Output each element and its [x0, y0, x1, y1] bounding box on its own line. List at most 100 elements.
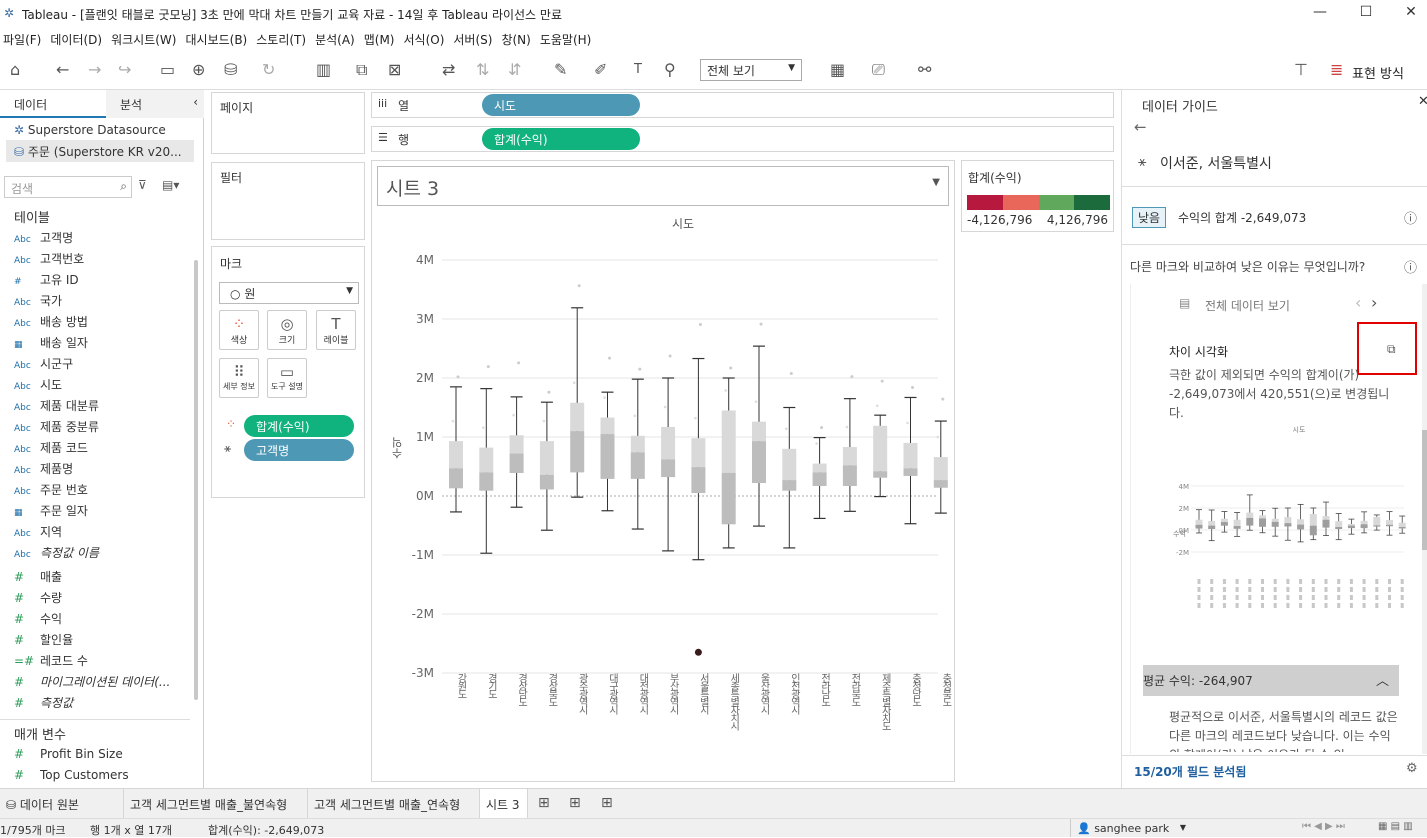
next-icon[interactable]: › [1371, 293, 1377, 312]
rows-pill[interactable]: 합계(수익) [482, 128, 640, 150]
field-item[interactable]: Abc 지역 [14, 523, 62, 543]
legend-ramp[interactable] [967, 195, 1110, 210]
detail-button[interactable]: ⠿ 세부 정보 [219, 358, 259, 398]
field-item[interactable]: ▦ 주문 일자 [14, 502, 88, 522]
labels-icon[interactable]: T [634, 62, 642, 77]
filter-icon[interactable]: ⊽ [138, 178, 147, 192]
undo-icon[interactable]: ← [56, 60, 69, 79]
field-item[interactable]: # 측정값 [14, 694, 73, 714]
share-icon[interactable]: ⚯ [918, 60, 931, 79]
size-button[interactable]: ◎ 크기 [267, 310, 307, 350]
field-item[interactable]: # 수량 [14, 589, 62, 609]
mark-pill-customer[interactable]: 고객명 [244, 439, 354, 461]
color-button[interactable]: ⁘ 색상 [219, 310, 259, 350]
settings-icon[interactable]: ⚙ [1406, 761, 1418, 776]
show-me-icon[interactable]: ≣ [1330, 60, 1343, 79]
new-worksheet-icon[interactable]: ⊞ [538, 795, 550, 811]
collapse-icon[interactable]: ‹ [193, 95, 198, 109]
columns-shelf[interactable]: iii 열 시도 [371, 92, 1114, 118]
maximize-icon[interactable]: ☐ [1351, 4, 1381, 24]
rows-shelf[interactable]: ☰ 행 합계(수익) [371, 126, 1114, 152]
menu-file[interactable]: 파일(F) [0, 28, 47, 48]
grid-icon[interactable]: ▦ ▤ ▥ [1378, 821, 1413, 832]
field-item[interactable]: Abc 배송 방법 [14, 313, 88, 333]
clear-sheet-icon[interactable]: ⊠ [388, 60, 401, 79]
field-item[interactable]: ▦ 배송 일자 [14, 334, 88, 354]
pages-shelf[interactable]: 페이지 [211, 92, 365, 154]
columns-pill[interactable]: 시도 [482, 94, 640, 116]
field-item[interactable]: Abc 제품명 [14, 460, 73, 480]
view-all-data-link[interactable]: 전체 데이터 보기 [1205, 297, 1290, 314]
duplicate-icon[interactable]: ⧉ [356, 60, 367, 80]
field-item[interactable]: # 매출 [14, 568, 62, 588]
menu-help[interactable]: 도움말(H) [537, 28, 598, 48]
datasource-icon[interactable]: ⛁ [224, 60, 237, 79]
open-external-icon[interactable]: ⧉ [1387, 342, 1396, 357]
sort-desc-icon[interactable]: ⇵ [508, 60, 521, 79]
field-item[interactable]: # 고유 ID [14, 271, 79, 291]
back-arrow-icon[interactable]: ← [1134, 118, 1147, 136]
field-item[interactable]: Abc 고객명 [14, 229, 73, 249]
nav-first-icon[interactable]: ⏮ ◀ ▶ ⏭ [1302, 821, 1345, 832]
menu-analysis[interactable]: 분석(A) [312, 28, 361, 48]
field-item[interactable]: Abc 제품 코드 [14, 439, 88, 459]
scrollbar[interactable] [194, 260, 198, 700]
tab-sheet-3[interactable]: 시트 3 [480, 789, 528, 819]
new-sheet-icon[interactable]: ▥ [316, 60, 331, 79]
menu-worksheet[interactable]: 워크시트(W) [108, 28, 182, 48]
replay-icon[interactable]: ↪ [118, 60, 131, 79]
pin-icon[interactable]: ⚲ [664, 60, 676, 79]
field-item[interactable]: Abc 시군구 [14, 355, 73, 375]
view-options-icon[interactable]: ▤▾ [162, 178, 179, 192]
menu-format[interactable]: 서식(O) [401, 28, 451, 48]
new-dashboard-icon[interactable]: ⊞ [569, 795, 581, 811]
tab-analysis[interactable]: 분석 ‹ [106, 90, 204, 118]
field-item[interactable]: # 할인율 [14, 631, 73, 651]
tab-datasource[interactable]: ⛁ 데이터 원본 [0, 789, 124, 819]
user-menu[interactable]: 👤 sanghee park ▼ [1070, 819, 1194, 837]
field-item[interactable]: Abc 국가 [14, 292, 62, 312]
filters-shelf[interactable]: 필터 [211, 162, 365, 240]
sort-asc-icon[interactable]: ⇅ [476, 60, 489, 79]
menu-story[interactable]: 스토리(T) [253, 28, 312, 48]
info-icon[interactable]: ⓘ [1404, 208, 1417, 227]
field-item[interactable]: # 수익 [14, 610, 62, 630]
avg-section-header[interactable]: 평균 수익: -264,907 ︿ [1143, 665, 1399, 696]
field-item[interactable]: # 마이그레이션된 데이터(... [14, 673, 170, 693]
search-input[interactable]: 검색 ⌕ [4, 176, 132, 198]
param-item[interactable]: # Top Customers [14, 768, 129, 788]
swap-icon[interactable]: ⇄ [442, 60, 455, 79]
field-item[interactable]: Abc 제품 중분류 [14, 418, 99, 438]
menu-window[interactable]: 창(N) [498, 28, 536, 48]
new-datasource-icon[interactable]: ⊕ [192, 60, 205, 79]
menu-dashboard[interactable]: 대시보드(B) [182, 28, 253, 48]
close-icon[interactable]: ✕ [1396, 4, 1426, 24]
tab-sheet-discrete[interactable]: 고객 세그먼트별 매출_불연속형 [124, 789, 308, 819]
field-item[interactable]: Abc 고객번호 [14, 250, 84, 270]
field-item[interactable]: Abc 측정값 이름 [14, 544, 99, 564]
menu-map[interactable]: 맵(M) [361, 28, 401, 48]
menu-data[interactable]: 데이터(D) [47, 28, 108, 48]
refresh-icon[interactable]: ↻ [262, 60, 275, 79]
save-icon[interactable]: ▭ [160, 60, 175, 79]
highlight-icon[interactable]: ✎ [554, 60, 567, 79]
datasource-item[interactable]: ✲ Superstore Datasource [14, 123, 166, 137]
param-item[interactable]: # Profit Bin Size [14, 747, 123, 767]
field-item[interactable]: Abc 주문 번호 [14, 481, 88, 501]
home-icon[interactable]: ⌂ [10, 60, 20, 79]
redo-icon[interactable]: → [88, 60, 101, 79]
minimize-icon[interactable]: — [1305, 4, 1335, 24]
cards-icon[interactable]: ▦ [830, 60, 845, 79]
pin-toolbar-icon[interactable]: ⊤ [1294, 60, 1308, 79]
prev-icon[interactable]: ‹ [1355, 293, 1361, 312]
menu-server[interactable]: 서버(S) [450, 28, 498, 48]
tab-sheet-continuous[interactable]: 고객 세그먼트별 매출_연속형 [308, 789, 480, 819]
mark-type-select[interactable]: ○ 원 ▼ [219, 282, 359, 304]
tooltip-button[interactable]: ▭ 도구 설명 [267, 358, 307, 398]
info-icon[interactable]: ⓘ [1404, 257, 1417, 276]
field-item[interactable]: =# 레코드 수 [14, 652, 88, 672]
label-button[interactable]: T 레이블 [316, 310, 356, 350]
fit-select[interactable]: 전체 보기 ▼ [700, 59, 802, 81]
guide-scrollbar[interactable] [1422, 284, 1427, 754]
mark-pill-profit[interactable]: 합계(수익) [244, 415, 354, 437]
